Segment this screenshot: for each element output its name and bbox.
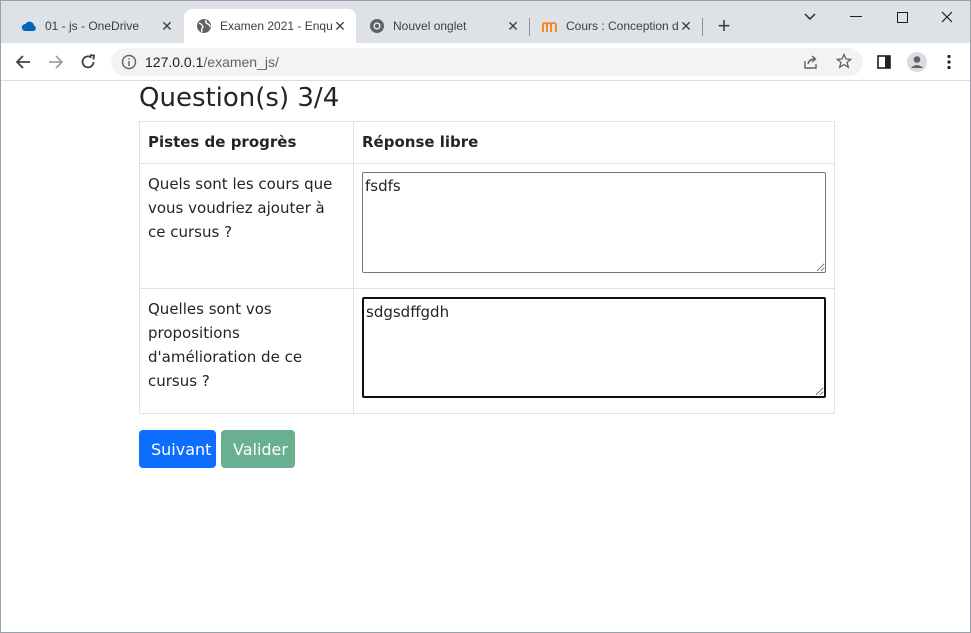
browser-toolbar: 127.0.0.1/examen_js/ — [1, 43, 970, 81]
tab-strip: 01 - js - OneDrive ✕ Examen 2021 - Enquê… — [1, 1, 970, 43]
browser-window: 01 - js - OneDrive ✕ Examen 2021 - Enquê… — [0, 0, 971, 633]
tab-title: 01 - js - OneDrive — [45, 19, 140, 33]
profile-avatar-icon[interactable] — [903, 48, 931, 76]
close-icon[interactable]: ✕ — [505, 18, 521, 34]
share-icon[interactable] — [803, 54, 819, 75]
tab-nouvel-onglet[interactable]: Nouvel onglet ✕ — [357, 9, 529, 43]
url-text[interactable]: 127.0.0.1/examen_js/ — [145, 54, 279, 70]
reload-button[interactable] — [74, 48, 102, 76]
question-text: Quelles sont vos propositions d'améliora… — [139, 288, 354, 414]
close-icon[interactable]: ✕ — [332, 18, 348, 34]
answer-cell — [353, 288, 835, 414]
answer-textarea-courses[interactable] — [362, 172, 826, 273]
minimize-button[interactable] — [833, 4, 879, 30]
questions-table: Pistes de progrès Réponse libre Quels so… — [139, 121, 835, 414]
globe-icon — [196, 18, 212, 34]
tab-title: Cours : Conception d — [566, 19, 678, 33]
bookmark-star-icon[interactable] — [835, 52, 853, 74]
tab-onedrive[interactable]: 01 - js - OneDrive ✕ — [9, 9, 183, 43]
tab-search-chevron-icon[interactable] — [787, 4, 833, 30]
onedrive-icon — [21, 18, 37, 34]
tab-examen[interactable]: Examen 2021 - Enquê ✕ — [184, 9, 356, 43]
info-icon[interactable] — [121, 54, 137, 70]
chrome-icon — [369, 18, 385, 34]
question-text: Quels sont les cours que vous voudriez a… — [139, 163, 354, 289]
tab-title: Examen 2021 - Enquê — [220, 19, 332, 33]
forward-button[interactable] — [42, 48, 70, 76]
validate-button[interactable]: Valider — [221, 430, 295, 468]
next-button[interactable]: Suivant — [139, 430, 216, 468]
side-panel-icon[interactable] — [870, 48, 898, 76]
menu-kebab-icon[interactable] — [935, 48, 963, 76]
page-content: Question(s) 3/4 Pistes de progrès Répons… — [1, 82, 970, 632]
maximize-button[interactable] — [879, 4, 925, 30]
close-icon[interactable]: ✕ — [678, 18, 694, 34]
close-icon[interactable]: ✕ — [159, 18, 175, 34]
tab-separator — [702, 18, 703, 36]
tab-cours[interactable]: Cours : Conception d ✕ — [530, 9, 702, 43]
answer-cell — [353, 163, 835, 289]
column-header-progress: Pistes de progrès — [139, 121, 354, 164]
column-header-answer: Réponse libre — [353, 121, 835, 164]
tab-title: Nouvel onglet — [393, 19, 467, 33]
address-bar[interactable]: 127.0.0.1/examen_js/ — [111, 48, 863, 76]
moodle-icon — [542, 18, 558, 34]
close-window-button[interactable] — [924, 4, 970, 30]
table-row: Quels sont les cours que vous voudriez a… — [139, 163, 835, 289]
table-row: Quelles sont vos propositions d'améliora… — [139, 288, 835, 414]
url-host: 127.0.0.1 — [145, 54, 204, 70]
table-header-row: Pistes de progrès Réponse libre — [139, 121, 835, 164]
new-tab-button[interactable]: + — [711, 14, 737, 40]
answer-textarea-improvements[interactable] — [362, 297, 826, 398]
page-title: Question(s) 3/4 — [139, 83, 340, 113]
back-button[interactable] — [9, 48, 37, 76]
url-path: /examen_js/ — [203, 54, 279, 70]
